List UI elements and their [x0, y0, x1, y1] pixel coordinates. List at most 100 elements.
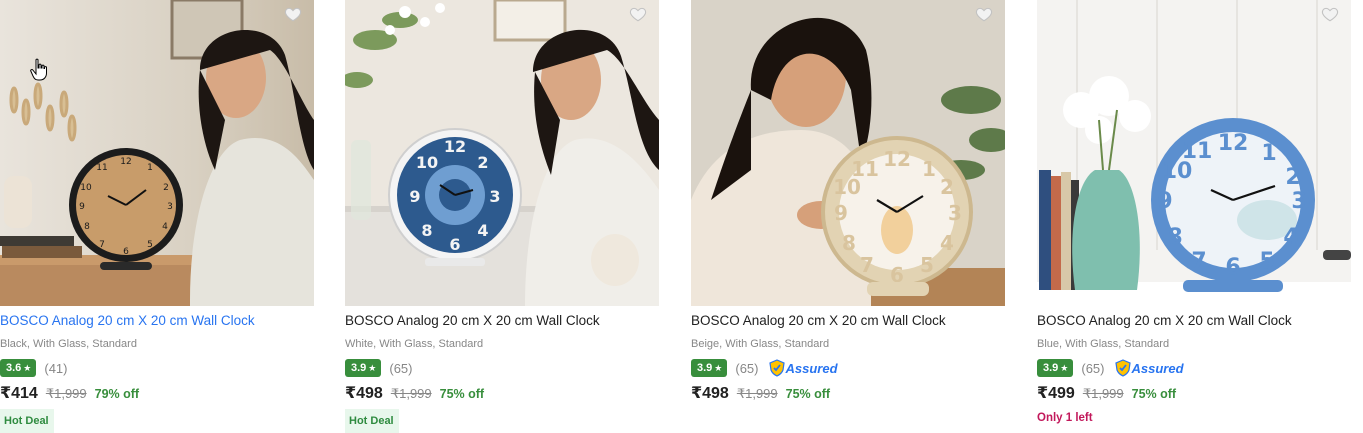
product-card[interactable]: 12 3 6 9 1245 7 8 10 11 BOSCO Analog 20 cm X 2…	[1037, 0, 1351, 432]
discount-label: 75% off	[785, 387, 831, 401]
discount-label: 79% off	[94, 387, 140, 401]
svg-text:8: 8	[1167, 225, 1182, 250]
svg-text:3: 3	[948, 201, 962, 225]
rating-badge: 3.6 ★	[0, 359, 37, 377]
product-variant: Beige, With Glass, Standard	[691, 338, 830, 350]
original-price: ₹1,999	[45, 386, 87, 401]
price-row: ₹499 ₹1,999 75% off	[1037, 383, 1176, 403]
original-price: ₹1,999	[390, 386, 432, 401]
svg-text:4: 4	[477, 221, 488, 240]
svg-text:3: 3	[1291, 189, 1306, 214]
assured-label: Assured	[785, 360, 838, 376]
svg-text:2: 2	[940, 175, 954, 199]
price-row: ₹498 ₹1,999 75% off	[691, 383, 830, 403]
discount-label: 75% off	[439, 387, 485, 401]
selling-price: ₹499	[1037, 385, 1075, 402]
svg-text:4: 4	[162, 222, 168, 232]
svg-text:8: 8	[84, 222, 90, 232]
selling-price: ₹414	[0, 385, 38, 402]
product-title[interactable]: BOSCO Analog 20 cm X 20 cm Wall Clock	[0, 313, 314, 328]
svg-text:3: 3	[489, 187, 500, 206]
svg-text:9: 9	[79, 202, 85, 212]
svg-text:11: 11	[1182, 139, 1213, 164]
price-row: ₹498 ₹1,999 75% off	[345, 383, 484, 403]
star-icon: ★	[1060, 363, 1069, 373]
original-price: ₹1,999	[1082, 386, 1124, 401]
svg-text:12: 12	[120, 157, 131, 167]
product-card[interactable]: 12 1 2 3 45 6 78 9 10 11 BOSCO Analog 20 cm X …	[0, 0, 314, 433]
selling-price: ₹498	[691, 385, 729, 402]
rating-badge: 3.9 ★	[1037, 359, 1074, 377]
product-title[interactable]: BOSCO Analog 20 cm X 20 cm Wall Clock	[691, 313, 1005, 328]
star-icon: ★	[368, 363, 377, 373]
svg-text:3: 3	[167, 202, 173, 212]
svg-text:8: 8	[421, 221, 432, 240]
product-card[interactable]: 12 3 6 9 2 10 4 8 BOSCO Analog 20 cm X 20 cm W…	[345, 0, 659, 433]
product-image[interactable]: 12 3 6 9 2 10 4 8	[345, 0, 659, 306]
product-variant: White, With Glass, Standard	[345, 338, 484, 350]
svg-text:10: 10	[80, 183, 92, 193]
rating-badge: 3.9 ★	[345, 359, 382, 377]
svg-text:5: 5	[1259, 249, 1274, 274]
star-icon: ★	[714, 363, 723, 373]
heart-outline-icon[interactable]	[1321, 5, 1339, 23]
rating-value: 3.6	[6, 362, 22, 374]
product-image[interactable]: 12 3 6 9 1245 7 8 10 11	[1037, 0, 1351, 306]
heart-outline-icon[interactable]	[975, 5, 993, 23]
product-variant: Blue, With Glass, Standard	[1037, 338, 1170, 350]
rating-row: 3.6 ★ (41)	[0, 359, 68, 377]
review-count: (65)	[1081, 360, 1105, 376]
rating-value: 3.9	[697, 362, 713, 374]
review-count: (65)	[389, 360, 413, 376]
selling-price: ₹498	[345, 385, 383, 402]
rating-row: 3.9 ★ (65) Assured	[691, 359, 838, 377]
svg-text:4: 4	[1283, 225, 1298, 250]
svg-text:9: 9	[409, 187, 420, 206]
svg-text:1: 1	[1261, 141, 1276, 166]
assured-label: Assured	[1131, 360, 1184, 376]
svg-text:2: 2	[477, 153, 488, 172]
svg-text:9: 9	[1157, 189, 1172, 214]
svg-text:11: 11	[96, 163, 107, 173]
hot-deal-badge: Hot Deal	[0, 409, 54, 433]
svg-text:5: 5	[920, 253, 934, 277]
discount-label: 75% off	[1131, 387, 1177, 401]
assured-badge: Assured	[768, 359, 838, 377]
review-count: (65)	[735, 360, 759, 376]
rating-value: 3.9	[1043, 362, 1059, 374]
svg-text:10: 10	[416, 153, 438, 172]
svg-text:7: 7	[99, 240, 105, 250]
stock-note: Only 1 left	[1037, 412, 1093, 424]
product-image[interactable]: 12 1 2 3 45 6 78 9 10 11	[0, 0, 314, 306]
svg-text:1: 1	[147, 163, 153, 173]
star-icon: ★	[23, 363, 32, 373]
assured-badge: Assured	[1114, 359, 1184, 377]
rating-row: 3.9 ★ (65)	[345, 359, 413, 377]
original-price: ₹1,999	[736, 386, 778, 401]
review-count: (41)	[44, 360, 68, 376]
product-title[interactable]: BOSCO Analog 20 cm X 20 cm Wall Clock	[345, 313, 659, 328]
svg-text:7: 7	[1191, 249, 1206, 274]
heart-outline-icon[interactable]	[629, 5, 647, 23]
svg-text:12: 12	[444, 137, 466, 156]
rating-badge: 3.9 ★	[691, 359, 728, 377]
svg-text:2: 2	[1285, 165, 1300, 190]
product-variant: Black, With Glass, Standard	[0, 338, 137, 350]
svg-text:7: 7	[860, 253, 874, 277]
svg-text:11: 11	[851, 157, 879, 181]
product-card[interactable]: 12 3 6 9 1245 7 8 10 11 BOSCO Analog 20 cm X 2…	[691, 0, 1005, 432]
product-grid: 12 1 2 345 678 9 10 11 BOSCO Analog 20 cm X …	[0, 0, 1363, 433]
svg-text:6: 6	[1225, 255, 1240, 280]
svg-text:1: 1	[922, 157, 936, 181]
svg-text:6: 6	[123, 247, 129, 257]
svg-text:12: 12	[1218, 131, 1249, 156]
product-image[interactable]: 12 3 6 9 1245 7 8 10 11	[691, 0, 1005, 306]
rating-row: 3.9 ★ (65) Assured	[1037, 359, 1184, 377]
svg-text:6: 6	[449, 235, 460, 254]
product-title[interactable]: BOSCO Analog 20 cm X 20 cm Wall Clock	[1037, 313, 1351, 328]
svg-text:8: 8	[842, 231, 856, 255]
svg-text:4: 4	[940, 231, 954, 255]
hot-deal-badge: Hot Deal	[345, 409, 399, 433]
svg-text:12: 12	[883, 147, 911, 171]
heart-outline-icon[interactable]	[284, 5, 302, 23]
